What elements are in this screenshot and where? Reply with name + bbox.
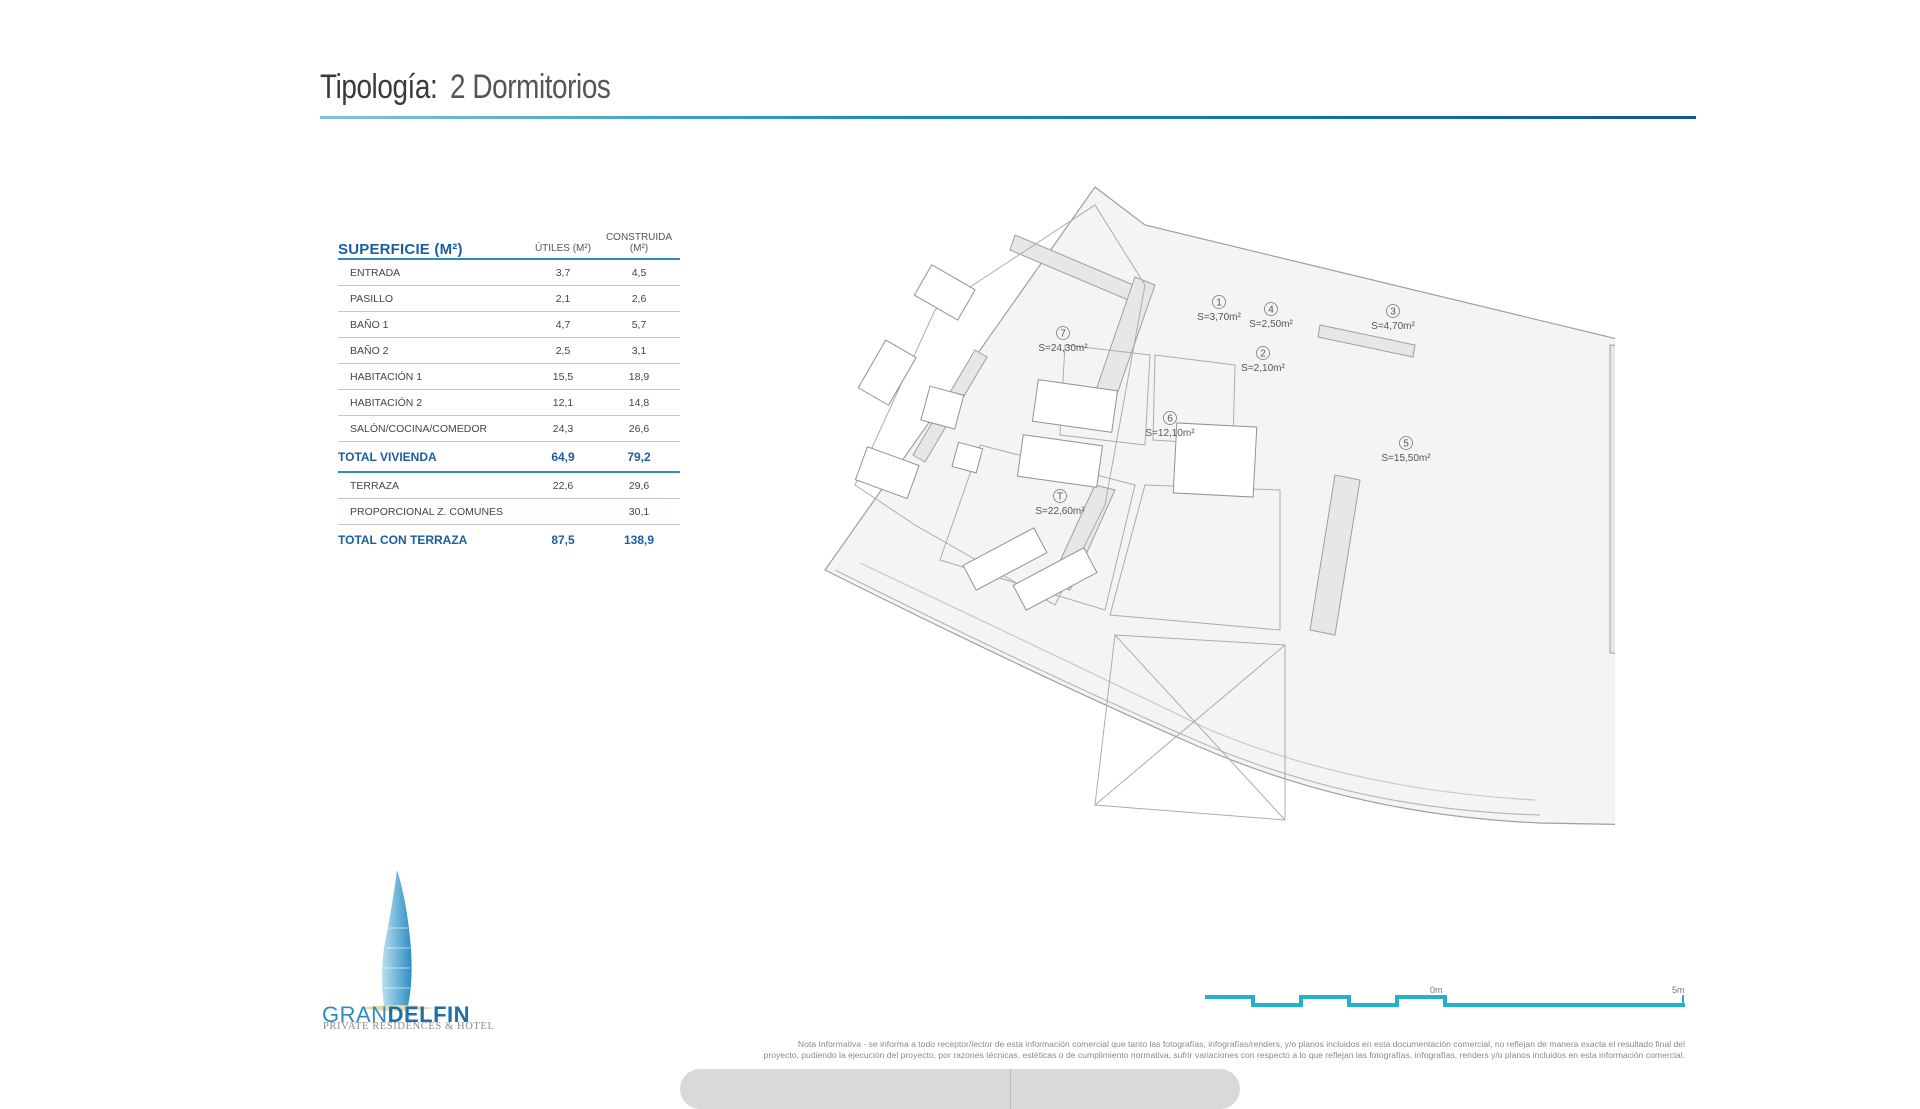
room-area: S=3,70m² — [1197, 312, 1241, 323]
row-construida: 79,2 — [627, 449, 651, 464]
surface-table: SUPERFICIE (M²) ÚTILES (M²) CONSTRUIDA (… — [338, 232, 680, 554]
row-construida: 138,9 — [623, 532, 655, 547]
table-row: ENTRADA 3,7 4,5 — [338, 260, 680, 286]
table-total-row: TOTAL CON TERRAZA 87,5 138,9 — [338, 525, 680, 554]
row-construida: 18,9 — [628, 370, 650, 383]
row-label: ENTRADA — [350, 266, 401, 279]
table-row: BAÑO 1 4,7 5,7 — [338, 312, 680, 338]
room-number: 7 — [1060, 329, 1066, 340]
room-number: 5 — [1403, 439, 1409, 450]
table-row: TERRAZA 22,6 29,6 — [338, 473, 680, 499]
legal-note: Nota Informativa - se informa a todo rec… — [700, 1039, 1685, 1061]
row-utiles: 2,5 — [555, 344, 571, 357]
row-construida: 2,6 — [631, 292, 647, 305]
header-utiles: ÚTILES (M²) — [534, 243, 592, 254]
table-body: ENTRADA 3,7 4,5 PASILLO 2,1 2,6 BAÑO 1 4,7 5,7 BA… — [338, 260, 680, 554]
room-area: S=4,70m² — [1371, 321, 1415, 332]
table-row: HABITACIÓN 2 12,1 14,8 — [338, 390, 680, 416]
row-utiles: 64,9 — [551, 449, 575, 464]
room-area: S=22,60m² — [1035, 506, 1085, 517]
room-number: T — [1057, 492, 1063, 503]
scale-graphic — [1205, 995, 1685, 1007]
row-label: PASILLO — [350, 292, 393, 305]
row-utiles: 2,1 — [555, 292, 571, 305]
row-utiles: 24,3 — [552, 422, 574, 435]
header-construida: CONSTRUIDA (M²) — [605, 232, 673, 254]
sofa — [857, 339, 917, 406]
room-number: 3 — [1390, 307, 1396, 318]
row-utiles: 15,5 — [552, 370, 574, 383]
legal-note-line1: Nota Informativa - se informa a todo rec… — [797, 1039, 1685, 1049]
room-area: S=2,50m² — [1249, 319, 1293, 330]
title-underline — [320, 116, 1696, 119]
row-construida: 3,1 — [631, 344, 647, 357]
row-utiles: 87,5 — [551, 532, 575, 547]
row-utiles: 22,6 — [552, 479, 574, 492]
table-row: BAÑO 2 2,5 3,1 — [338, 338, 680, 364]
table-row: SALÓN/COCINA/COMEDOR 24,3 26,6 — [338, 416, 680, 442]
row-label: HABITACIÓN 2 — [350, 396, 423, 409]
scale-bar: 0m 5m — [1205, 985, 1685, 1015]
row-construida: 30,1 — [628, 505, 650, 518]
page-title: Tipología: 2 Dormitorios — [320, 68, 646, 107]
bottom-toolbar-edge[interactable] — [680, 1069, 1240, 1109]
header-surface: SUPERFICIE (M²) — [338, 241, 463, 258]
toolbar-divider — [1010, 1069, 1011, 1109]
tower-shape — [382, 870, 412, 1006]
row-construida: 26,6 — [628, 422, 650, 435]
row-label: HABITACIÓN 1 — [350, 370, 423, 383]
row-construida: 14,8 — [628, 396, 650, 409]
row-construida: 4,5 — [631, 266, 647, 279]
dining-table — [913, 264, 976, 321]
room-number: 1 — [1216, 298, 1222, 309]
row-utiles: 4,7 — [555, 318, 571, 331]
row-label: BAÑO 2 — [350, 344, 389, 357]
room-area: S=12,10m² — [1145, 428, 1195, 439]
row-construida: 5,7 — [631, 318, 647, 331]
table-row: HABITACIÓN 1 15,5 18,9 — [338, 364, 680, 390]
row-label: SALÓN/COCINA/COMEDOR — [350, 422, 488, 435]
floor-plan: 1 S=3,70m² 2 S=2,10m² 3 S=4,70m² 4 S=2,50m² 5 S=1… — [824, 186, 1615, 825]
table-header: SUPERFICIE (M²) ÚTILES (M²) CONSTRUIDA (… — [338, 232, 680, 260]
row-construida: 29,6 — [628, 479, 650, 492]
row-utiles: 3,7 — [555, 266, 571, 279]
legal-note-line2: proyecto, pudiendo la ejecución del proy… — [763, 1050, 1685, 1060]
wall-right-edge — [1609, 344, 1615, 654]
title-label: Tipología: — [320, 68, 438, 106]
row-label: BAÑO 1 — [350, 318, 389, 331]
title-value: 2 Dormitorios — [450, 68, 611, 106]
room-area: S=2,10m² — [1241, 363, 1285, 374]
row-utiles: 12,1 — [552, 396, 574, 409]
table-row: PROPORCIONAL Z. COMUNES 30,1 — [338, 499, 680, 525]
row-label: TOTAL VIVIENDA — [338, 449, 437, 464]
table-total-row: TOTAL VIVIENDA 64,9 79,2 — [338, 442, 680, 473]
logo-subtitle: PRIVATE RESIDENCES & HOTEL — [323, 1021, 495, 1032]
row-label: TOTAL CON TERRAZA — [338, 532, 468, 547]
room-number: 2 — [1260, 349, 1266, 360]
table-row: PASILLO 2,1 2,6 — [338, 286, 680, 312]
scale-steps — [1205, 995, 1685, 1007]
room-number: 6 — [1167, 414, 1173, 425]
room-area: S=15,50m² — [1381, 453, 1431, 464]
row-label: TERRAZA — [350, 479, 400, 492]
row-label: PROPORCIONAL Z. COMUNES — [350, 505, 504, 518]
room-number: 4 — [1268, 305, 1274, 316]
room-area: S=24,30m² — [1038, 343, 1088, 354]
